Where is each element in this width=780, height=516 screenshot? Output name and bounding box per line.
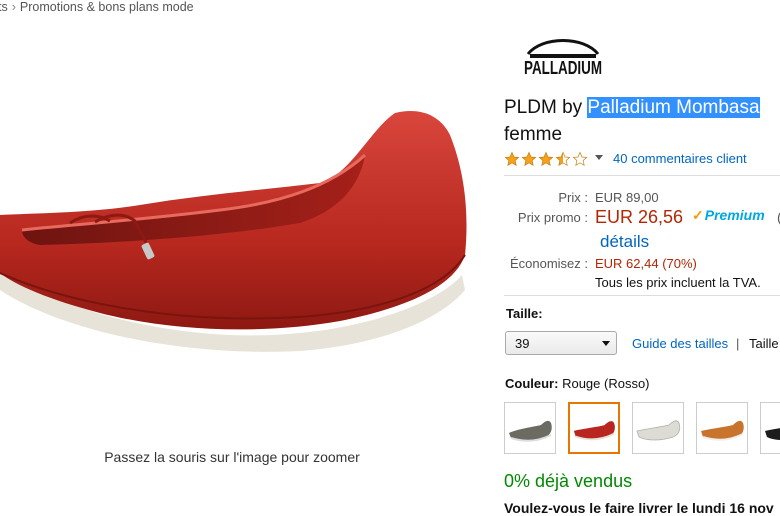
breadcrumb: ts› Promotions & bons plans mode xyxy=(0,0,194,14)
rating-dropdown-icon[interactable] xyxy=(595,155,603,161)
sold-percentage: 0% déjà vendus xyxy=(504,471,633,491)
black-shoe-thumbnail xyxy=(765,428,780,440)
breadcrumb-prev-link[interactable]: ts xyxy=(0,0,8,14)
size-selected-value: 39 xyxy=(515,336,530,351)
star-full-icon xyxy=(538,151,554,166)
premium-label: Premium xyxy=(704,207,765,223)
swatch-black[interactable] xyxy=(760,402,780,454)
divider xyxy=(504,295,780,296)
savings-value: EUR 62,44 (70%) xyxy=(595,256,697,271)
size-select[interactable]: 39 xyxy=(505,331,617,355)
brand-logo[interactable]: PALLADIUM xyxy=(518,30,608,86)
red-shoe-thumbnail xyxy=(573,421,615,441)
size-label: Taille: xyxy=(506,306,543,321)
size-separator: | xyxy=(736,336,740,351)
star-full-icon xyxy=(504,151,520,166)
size-more-text[interactable]: Taille xyxy=(749,336,779,351)
star-half-icon xyxy=(555,151,571,166)
savings-label: Économisez : xyxy=(509,256,588,271)
tva-note: Tous les prix incluent la TVA. xyxy=(595,275,761,290)
zoom-hint: Passez la souris sur l'image pour zoomer xyxy=(104,449,360,465)
premium-badge[interactable]: ✓Premium xyxy=(692,207,765,227)
star-empty-icon xyxy=(572,151,588,166)
prime-check-icon: ✓ xyxy=(692,207,704,223)
promo-price-label: Prix promo : xyxy=(517,210,588,225)
list-price: EUR 89,00 xyxy=(595,190,659,205)
star-rating[interactable] xyxy=(504,151,589,167)
details-link[interactable]: détails xyxy=(600,232,649,252)
reviews-link[interactable]: 40 commentaires client xyxy=(613,151,747,166)
white-shoe-thumbnail xyxy=(636,420,681,441)
color-row: Couleur: Rouge (Rosso) xyxy=(505,376,650,391)
list-price-label: Prix : xyxy=(558,190,588,205)
title-prefix: PLDM by xyxy=(504,97,588,118)
brand-link[interactable]: Palladium Mombasa xyxy=(587,97,760,118)
star-full-icon xyxy=(521,151,537,166)
swatch-red[interactable] xyxy=(568,402,620,454)
rating-row: 40 commentaires client xyxy=(504,150,747,170)
swatch-white[interactable] xyxy=(632,402,684,454)
product-image[interactable] xyxy=(0,95,480,355)
grey-shoe-thumbnail xyxy=(509,420,552,442)
color-label: Couleur: xyxy=(505,376,559,391)
product-subtitle: femme xyxy=(504,124,563,145)
swatch-tan[interactable] xyxy=(696,402,748,454)
breadcrumb-current-link[interactable]: Promotions & bons plans mode xyxy=(20,0,194,14)
breadcrumb-separator: › xyxy=(11,0,16,14)
size-guide-link[interactable]: Guide des tailles xyxy=(632,336,728,351)
chevron-down-icon xyxy=(602,341,610,346)
tan-shoe-thumbnail xyxy=(701,420,744,441)
red-ballet-flat-image xyxy=(0,111,467,352)
palladium-logo: PALLADIUM xyxy=(524,32,602,78)
divider xyxy=(504,175,780,176)
svg-text:PALLADIUM: PALLADIUM xyxy=(524,58,602,78)
product-title: PLDM by Palladium Mombasa xyxy=(504,95,780,121)
delivery-text: Voulez-vous le faire livrer le lundi 16 … xyxy=(504,500,774,516)
promo-price: EUR 26,56 xyxy=(595,207,684,227)
color-value: Rouge (Rosso) xyxy=(562,376,650,391)
swatch-grey[interactable] xyxy=(504,402,556,454)
